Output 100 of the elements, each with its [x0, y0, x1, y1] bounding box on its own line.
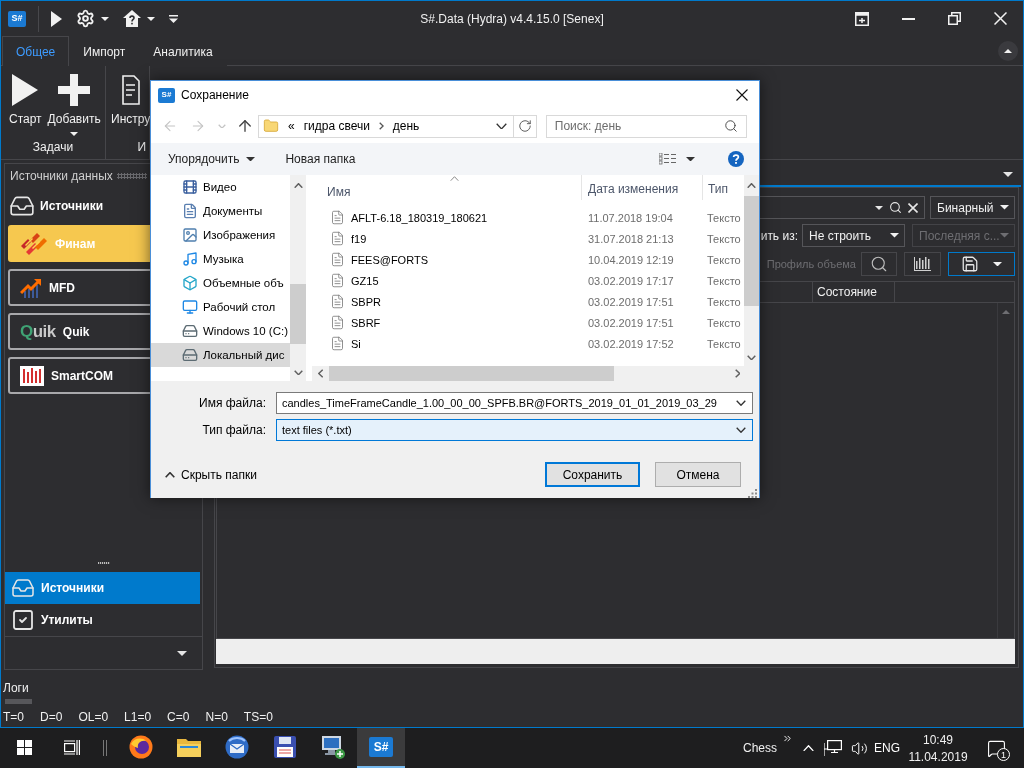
breadcrumb[interactable]: гидра свечи: [303, 119, 370, 133]
nav-item[interactable]: Источники: [5, 572, 200, 604]
search-icon[interactable]: [889, 201, 902, 214]
folder-item[interactable]: Документы: [151, 199, 290, 223]
view-button[interactable]: [659, 153, 695, 165]
build-from-dropdown[interactable]: Не строить: [802, 224, 905, 247]
folder-icon: [263, 118, 279, 134]
file-row[interactable]: SBRF 03.02.2019 17:51 Тексто: [312, 312, 744, 333]
counter-text: D=0: [40, 710, 63, 724]
organize-button[interactable]: Упорядочить: [168, 152, 256, 166]
caret-down-icon[interactable]: [1003, 171, 1013, 177]
scrollbar[interactable]: [744, 175, 759, 366]
file-row[interactable]: f19 31.07.2018 21:13 Тексто: [312, 228, 744, 249]
caret-down-icon: [993, 261, 1002, 267]
bar-chart-icon: [914, 257, 931, 271]
address-bar[interactable]: « гидра свечи день: [258, 114, 537, 138]
help-icon[interactable]: [728, 151, 744, 167]
ribbon-button[interactable]: Инстру: [111, 74, 151, 140]
ribbon-tab[interactable]: Общее: [2, 36, 70, 66]
chevron-down-icon[interactable]: [747, 354, 756, 360]
chart-button[interactable]: [904, 252, 941, 276]
file-row[interactable]: AFLT-6.18_180319_180621 11.07.2018 19:04 Тексто: [312, 207, 744, 228]
text-file-icon: [330, 294, 345, 309]
chevron-left-icon[interactable]: [318, 369, 324, 378]
collapse-ribbon-button[interactable]: [998, 40, 1018, 61]
panel-title: Источники данных: [10, 169, 113, 183]
file-name: GZ15: [351, 274, 379, 287]
counter-text: T=0: [3, 710, 24, 724]
save-dropdown-button[interactable]: [948, 252, 1015, 276]
chevron-up-icon: [802, 744, 814, 752]
resize-grip-icon[interactable]: [748, 489, 757, 498]
language-button[interactable]: ENG: [872, 728, 902, 768]
up-button[interactable]: [236, 117, 254, 135]
flame-globe-icon: [129, 735, 153, 759]
new-folder-button[interactable]: Новая папка: [285, 152, 356, 166]
column-header[interactable]: Дата изменения: [581, 175, 702, 200]
scrollbar-thumb[interactable]: [329, 366, 615, 381]
scrollbar[interactable]: [312, 366, 744, 381]
speaker-icon: [850, 739, 868, 757]
scrollbar[interactable]: [290, 175, 306, 381]
dialog-button[interactable]: Сохранить: [545, 462, 640, 487]
breadcrumb-overflow[interactable]: «: [288, 119, 295, 133]
file-name-field[interactable]: candles_TimeFrameCandle_1.00_00_00_SPFB.BR@FORTS_2019_01_01_2019_03_29: [276, 392, 753, 414]
taskbar-button[interactable]: S#: [357, 728, 405, 768]
file-row[interactable]: Si 03.02.2019 17:52 Тексто: [312, 333, 744, 354]
file-date: 03.02.2019 17:51: [587, 316, 675, 329]
breadcrumb[interactable]: день: [392, 119, 420, 133]
app-logo: S#: [8, 10, 26, 27]
chevron-down-icon[interactable]: [293, 369, 303, 375]
file-row[interactable]: SBPR 03.02.2019 17:51 Тексто: [312, 291, 744, 312]
clock-date: 11.04.2019: [908, 749, 968, 764]
clear-icon[interactable]: [908, 202, 918, 213]
caret-down-icon[interactable]: [169, 14, 178, 23]
grip-dots-icon[interactable]: [116, 173, 147, 179]
caret-down-icon[interactable]: [101, 16, 109, 21]
caret-down-icon[interactable]: [147, 16, 155, 21]
chevron-down-icon[interactable]: [736, 400, 746, 406]
chart-arrow-icon: [20, 277, 42, 298]
chevron-right-icon[interactable]: [734, 369, 740, 378]
scrollbar-thumb[interactable]: [290, 284, 306, 345]
mail-icon: [225, 735, 249, 759]
scroll-up-icon[interactable]: [1002, 310, 1010, 314]
folder-item[interactable]: Локальный дис: [151, 343, 290, 367]
task-view-icon: [64, 739, 80, 755]
file-type-select[interactable]: text files (*.txt): [276, 419, 753, 441]
details-view-icon: [659, 153, 676, 165]
folder-item[interactable]: Видео: [151, 175, 290, 199]
format-dropdown[interactable]: Бинарный: [930, 196, 1015, 219]
chevron-up-icon[interactable]: [747, 183, 756, 189]
inbox-icon: [11, 576, 35, 600]
house-icon[interactable]: [123, 10, 141, 27]
nav-item[interactable]: Утилиты: [5, 604, 200, 635]
chevron-down-icon[interactable]: [736, 427, 746, 433]
dialog-button[interactable]: Отмена: [655, 462, 741, 487]
column-header[interactable]: Имя: [312, 175, 581, 200]
settings-icon[interactable]: [76, 9, 95, 28]
ribbon-button[interactable]: Добавить: [47, 74, 101, 140]
search-field[interactable]: Поиск: день: [545, 114, 747, 138]
caret-down-icon[interactable]: [875, 205, 883, 210]
chevron-right-icon[interactable]: [378, 122, 384, 130]
counter-text: N=0: [205, 710, 228, 724]
scrollbar-thumb[interactable]: [744, 196, 759, 307]
toolbar-label[interactable]: Chess: [743, 741, 777, 755]
ribbon-button[interactable]: Старт: [9, 74, 42, 140]
notifications-button[interactable]: 1: [974, 728, 1018, 768]
hide-folders-button[interactable]: Скрыть папки: [165, 467, 257, 482]
text-file-icon: [330, 210, 345, 225]
play-icon[interactable]: [51, 10, 62, 27]
caret-down-icon[interactable]: [177, 650, 187, 656]
file-row[interactable]: FEES@FORTS 10.04.2019 12:19 Тексто: [312, 249, 744, 270]
chevrons-right-icon[interactable]: [782, 733, 793, 744]
chevron-down-icon[interactable]: [495, 122, 507, 130]
film-icon: [182, 179, 198, 195]
striped-logo-icon: [20, 232, 48, 255]
chevron-up-icon[interactable]: [293, 183, 303, 189]
clock-button[interactable]: 10:49 11.04.2019: [902, 728, 974, 768]
column-header[interactable]: Состояние: [812, 282, 894, 302]
search-button[interactable]: [861, 252, 897, 276]
file-row[interactable]: GZ15 03.02.2019 17:17 Тексто: [312, 270, 744, 291]
drive-icon: [182, 347, 198, 363]
